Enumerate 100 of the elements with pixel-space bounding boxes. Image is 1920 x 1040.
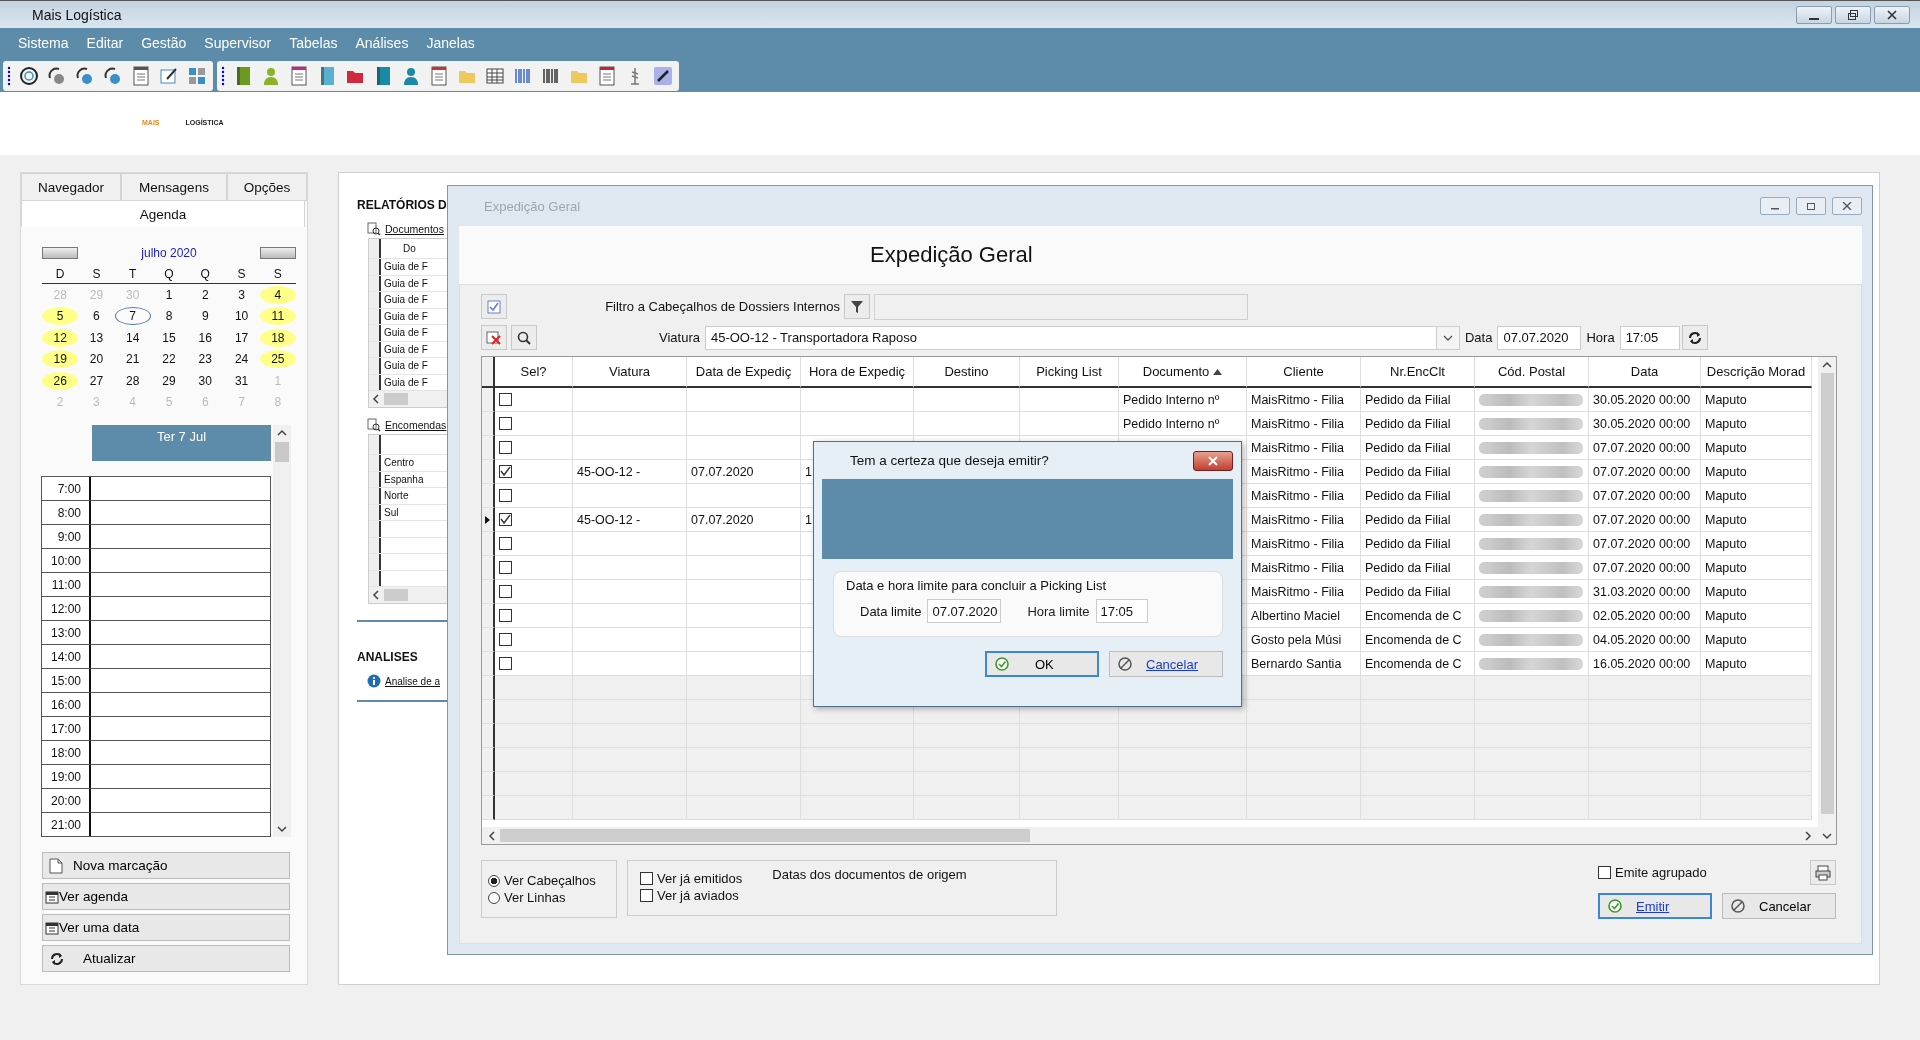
report-link[interactable]: Documentos — [385, 223, 444, 235]
scroll-thumb[interactable] — [500, 829, 1030, 842]
checkbox[interactable] — [499, 393, 512, 406]
barcode-icon[interactable] — [513, 66, 533, 86]
checkbox[interactable] — [499, 417, 512, 430]
calendar-day[interactable]: 5 — [42, 307, 79, 326]
calendar-day[interactable]: 30 — [187, 371, 224, 390]
grid-icon[interactable] — [187, 66, 207, 86]
calendar-day[interactable]: 27 — [78, 371, 115, 390]
column-header[interactable]: Descrição Morad — [1701, 357, 1812, 388]
document-icon[interactable] — [597, 66, 617, 86]
restore-button[interactable] — [1835, 5, 1871, 24]
menu-item[interactable]: Sistema — [10, 35, 77, 51]
cancel-button[interactable]: Cancelar — [1109, 651, 1223, 677]
globe-arrow-icon[interactable] — [47, 66, 67, 86]
agenda-button[interactable]: Atualizar — [42, 945, 290, 972]
checkbox[interactable] — [499, 465, 512, 478]
scroll-down-icon[interactable] — [1822, 832, 1832, 840]
search-button[interactable] — [511, 325, 537, 350]
calendar-day[interactable]: 16 — [187, 328, 224, 347]
row-header[interactable] — [482, 580, 495, 604]
calendar-day[interactable]: 10 — [223, 307, 260, 326]
report-link[interactable]: Analise de a — [385, 675, 441, 687]
calendar-day[interactable]: 22 — [151, 350, 187, 369]
globe-arrow-icon[interactable] — [103, 66, 123, 86]
column-header[interactable]: Nr.EncClt — [1361, 357, 1475, 388]
date-limit-field[interactable]: 07.07.2020 — [927, 599, 1002, 623]
menu-item[interactable]: Janelas — [418, 35, 483, 51]
radio-button[interactable]: Ver Cabeçalhos — [488, 873, 616, 888]
emit-button[interactable]: Emitir — [1598, 893, 1712, 919]
calendar-day[interactable]: 25 — [259, 350, 296, 369]
calendar-day[interactable]: 23 — [187, 350, 224, 369]
calendar-day[interactable]: 1 — [151, 285, 187, 304]
refresh-button[interactable] — [1681, 325, 1708, 350]
calendar-day[interactable]: 15 — [151, 328, 187, 347]
scrollbar[interactable] — [273, 425, 291, 837]
checkbox[interactable]: Emite agrupado — [1598, 865, 1707, 880]
checkbox[interactable] — [499, 513, 512, 526]
globe-arrow-icon[interactable] — [75, 66, 95, 86]
table-icon[interactable] — [485, 66, 505, 86]
row-header[interactable] — [482, 484, 495, 508]
checkbox[interactable] — [499, 609, 512, 622]
calendar-day[interactable]: 9 — [187, 307, 224, 326]
scroll-up-icon[interactable] — [1822, 361, 1832, 369]
agenda-button[interactable]: Ver uma data — [42, 914, 290, 941]
maximize-button[interactable] — [1796, 197, 1826, 215]
calendar-day[interactable]: 4 — [259, 285, 296, 304]
chevron-down-icon[interactable] — [1442, 334, 1453, 341]
filter-button[interactable] — [844, 294, 870, 319]
radio-button[interactable]: Ver Linhas — [488, 890, 616, 905]
row-header[interactable] — [482, 388, 495, 412]
calendar-day[interactable]: 24 — [223, 350, 260, 369]
filter-field[interactable] — [874, 293, 1248, 320]
scroll-up-icon[interactable] — [277, 429, 287, 437]
agenda-button[interactable]: Nova marcação — [42, 852, 290, 879]
next-month-button[interactable] — [260, 247, 296, 259]
pen-icon[interactable] — [653, 66, 673, 86]
calendar-day[interactable]: 20 — [78, 350, 115, 369]
checkbox[interactable] — [499, 441, 512, 454]
calendar-day[interactable]: 19 — [42, 350, 79, 369]
scroll-left-icon[interactable] — [372, 590, 380, 600]
checkbox[interactable] — [499, 657, 512, 670]
column-header[interactable]: Data — [1589, 357, 1701, 388]
minimize-button[interactable] — [1796, 5, 1832, 24]
row-header[interactable] — [482, 604, 495, 628]
column-header[interactable]: Data de Expediç — [687, 357, 801, 388]
horizontal-scrollbar[interactable] — [369, 391, 448, 407]
print-button[interactable] — [1810, 860, 1836, 885]
close-button[interactable] — [1193, 450, 1233, 471]
document-icon[interactable] — [289, 66, 309, 86]
agenda-button[interactable]: Ver agenda — [42, 883, 290, 910]
checkbox[interactable] — [499, 537, 512, 550]
calendar-day[interactable]: 11 — [259, 307, 296, 326]
select-all-button[interactable] — [481, 294, 507, 319]
checkbox[interactable] — [499, 585, 512, 598]
checkbox[interactable] — [499, 489, 512, 502]
calendar-day[interactable]: 2 — [187, 285, 224, 304]
clear-selection-button[interactable] — [481, 325, 507, 350]
calendar-day[interactable]: 18 — [259, 328, 296, 347]
previous-month-button[interactable] — [42, 247, 78, 259]
vehicle-dropdown[interactable]: 45-OO-12 - Transportadora Raposo — [704, 325, 1460, 350]
row-header[interactable] — [482, 652, 495, 676]
column-header[interactable]: Documento — [1119, 357, 1247, 388]
scroll-thumb[interactable] — [275, 442, 289, 462]
scroll-thumb[interactable] — [1820, 373, 1834, 814]
column-header[interactable]: Sel? — [495, 357, 573, 388]
column-header[interactable]: Cliente — [1247, 357, 1361, 388]
scroll-left-icon[interactable] — [372, 394, 380, 404]
close-button[interactable] — [1874, 5, 1910, 24]
menu-item[interactable]: Supervisor — [196, 35, 280, 51]
menu-item[interactable]: Tabelas — [281, 35, 346, 51]
column-header[interactable]: Viatura — [573, 357, 687, 388]
calendar-day[interactable]: 14 — [114, 328, 151, 347]
calendar-day[interactable]: 3 — [223, 285, 260, 304]
report-link[interactable]: Encomendas — [385, 419, 447, 431]
checkbox[interactable]: Ver já emitidos — [640, 871, 743, 886]
date-field[interactable]: 07.07.2020 — [1497, 325, 1582, 350]
column-header[interactable]: Picking List — [1020, 357, 1119, 388]
document-icon[interactable] — [429, 66, 449, 86]
cancel-button[interactable]: Cancelar — [1722, 893, 1836, 919]
